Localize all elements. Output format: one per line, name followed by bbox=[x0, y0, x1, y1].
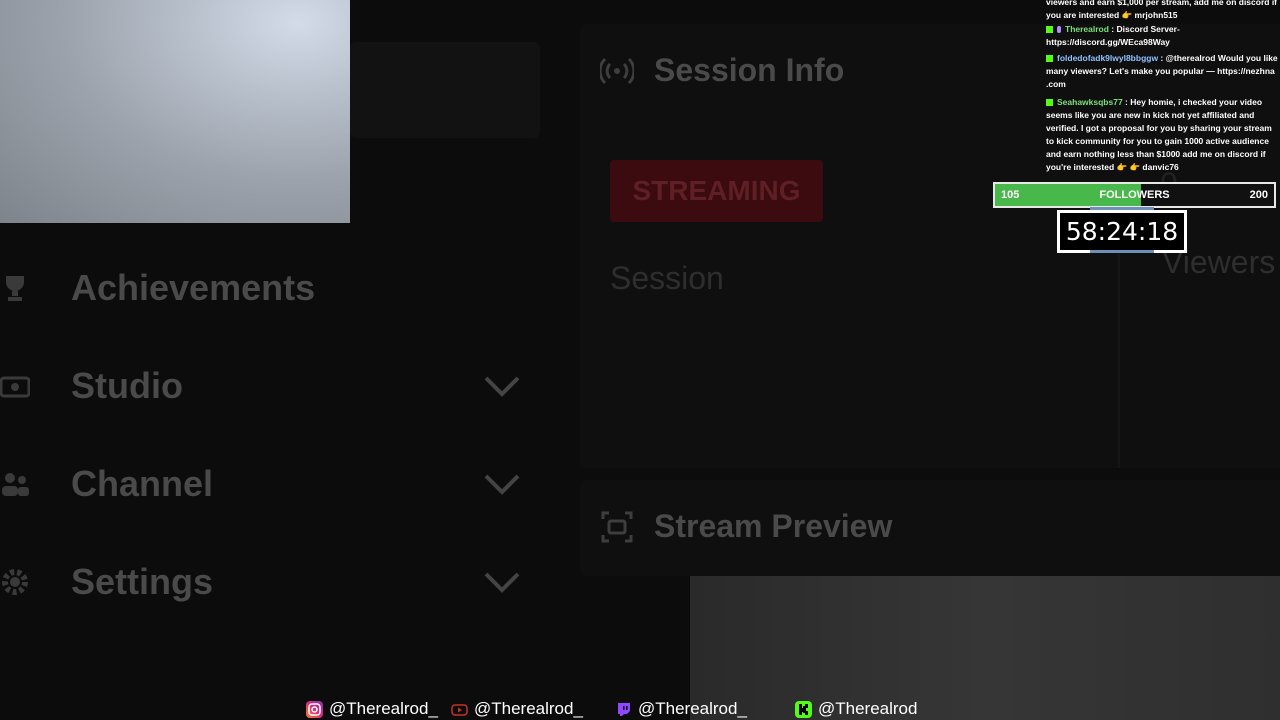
session-info-title: Session Info bbox=[654, 52, 845, 88]
chevron-down-icon bbox=[484, 474, 520, 495]
session-info-header: Session Info bbox=[600, 52, 844, 89]
chat-message: Therealrod : Discord Server- https://dis… bbox=[1046, 24, 1180, 47]
kick-badge-icon bbox=[1046, 99, 1053, 106]
twitch-icon bbox=[615, 701, 632, 718]
stream-timer: 58:24:18 bbox=[1057, 210, 1187, 253]
users-icon bbox=[0, 469, 30, 499]
sidebar-item-studio: Studio bbox=[0, 356, 560, 416]
stream-preview-title: Stream Preview bbox=[654, 508, 893, 544]
chat-message: viewers and earn $1,000 per stream, add … bbox=[1046, 0, 1278, 20]
youtube-icon bbox=[451, 701, 468, 718]
social-youtube: @Therealrod_ bbox=[451, 698, 583, 720]
sidebar-item-achievements: Achievements bbox=[0, 258, 560, 318]
stream-preview-header: Stream Preview bbox=[600, 508, 892, 545]
trophy-icon bbox=[0, 273, 30, 303]
kick-icon bbox=[795, 700, 812, 718]
chat-username: Seahawksqbs77 bbox=[1057, 97, 1123, 107]
socials-bar: @Therealrod_ @Therealrod_ @Therealrod_ @… bbox=[0, 698, 1280, 720]
chat-username: foldedofadk9lwyl8bbggw bbox=[1057, 53, 1159, 63]
video-icon bbox=[0, 371, 30, 401]
session-label: Session bbox=[610, 260, 724, 296]
broadcast-icon bbox=[600, 57, 634, 84]
webcam-feed bbox=[0, 0, 350, 223]
social-twitch: @Therealrod_ bbox=[615, 698, 747, 720]
kick-badge-icon bbox=[1046, 26, 1053, 33]
goal-target: 200 bbox=[1249, 189, 1268, 201]
sidebar-item-settings: Settings bbox=[0, 552, 560, 612]
chat-message: Seahawksqbs77 : Hey homie, i checked you… bbox=[1046, 97, 1272, 172]
chevron-down-icon bbox=[484, 376, 520, 397]
divider bbox=[1118, 240, 1120, 468]
instagram-icon bbox=[306, 700, 323, 718]
followers-goal-bar: 105 FOLLOWERS 200 bbox=[993, 182, 1276, 208]
chat-username: Therealrod bbox=[1065, 24, 1109, 34]
goal-label: FOLLOWERS bbox=[1099, 189, 1170, 201]
kick-badge-icon bbox=[1046, 55, 1053, 62]
social-instagram: @Therealrod_ bbox=[306, 698, 438, 720]
chat-overlay: viewers and earn $1,000 per stream, add … bbox=[1044, 0, 1280, 180]
mic-badge-icon bbox=[1057, 26, 1061, 33]
timer-accent bbox=[1090, 250, 1154, 253]
streaming-status-badge: STREAMING bbox=[610, 160, 823, 222]
search-box bbox=[350, 42, 540, 138]
chat-message: foldedofadk9lwyl8bbggw : @therealrod Wou… bbox=[1046, 53, 1278, 89]
screen-icon bbox=[601, 511, 633, 542]
sidebar-item-channel: Channel bbox=[0, 454, 560, 514]
chevron-down-icon bbox=[484, 572, 520, 593]
gear-icon bbox=[0, 567, 30, 597]
social-kick: @Therealrod bbox=[795, 698, 917, 720]
